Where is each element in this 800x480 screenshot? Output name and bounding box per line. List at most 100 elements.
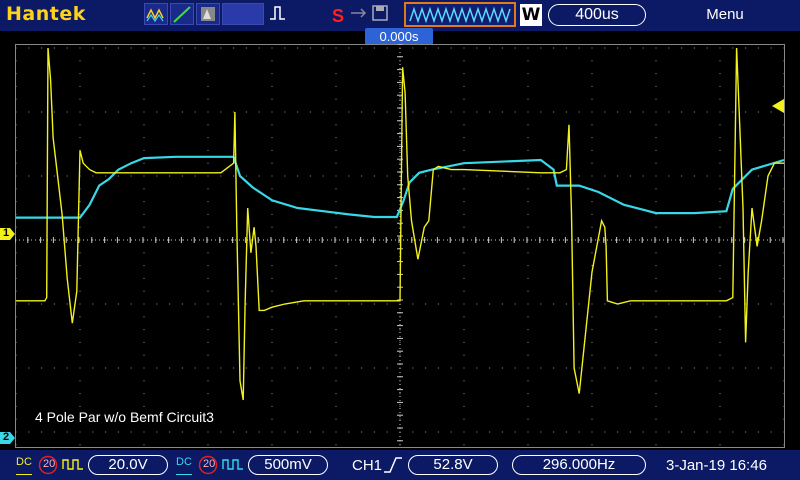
- grid-dot: [92, 111, 94, 113]
- grid-dot: [348, 303, 350, 305]
- grid-dot: [706, 111, 708, 113]
- grid-dot: [373, 175, 375, 177]
- grid-dot: [501, 47, 503, 49]
- grid-dot: [476, 175, 478, 177]
- grid-dot: [591, 290, 593, 292]
- grid-dot: [770, 367, 772, 369]
- ch2-probe-icon: [222, 459, 243, 470]
- grid-dot: [681, 111, 683, 113]
- grid-dot: [130, 431, 132, 433]
- grid-dot: [655, 303, 657, 305]
- grid-dot: [604, 175, 606, 177]
- grid-dot: [527, 111, 529, 113]
- grid-dot: [105, 239, 107, 241]
- grid-dot: [629, 111, 631, 113]
- grid-dot: [309, 175, 311, 177]
- grid-dot: [553, 239, 555, 241]
- grid-dot: [156, 367, 158, 369]
- trigger-level-readout[interactable]: 52.8V: [408, 455, 498, 475]
- grid-dot: [540, 367, 542, 369]
- grid-dot: [79, 60, 81, 62]
- grid-dot: [489, 47, 491, 49]
- grid-dot: [92, 303, 94, 305]
- grid-dot: [591, 405, 593, 407]
- grid-dot: [79, 354, 81, 356]
- grid-dot: [271, 431, 273, 433]
- grid-dot: [463, 418, 465, 420]
- grid-dot: [15, 316, 17, 318]
- grid-dot: [655, 405, 657, 407]
- grid-dot: [271, 367, 273, 369]
- grid-dot: [143, 341, 145, 343]
- grid-dot: [463, 252, 465, 254]
- grid-dot: [143, 252, 145, 254]
- grid-dot: [79, 265, 81, 267]
- grid-dot: [412, 367, 414, 369]
- grid-dot: [271, 213, 273, 215]
- grid-dot: [143, 405, 145, 407]
- grid-dot: [271, 329, 273, 331]
- grid-dot: [783, 85, 785, 87]
- grid-dot: [655, 341, 657, 343]
- trigger-source[interactable]: CH1: [352, 457, 382, 474]
- grid-dot: [271, 226, 273, 228]
- grid-dot: [41, 175, 43, 177]
- grid-dot: [450, 175, 452, 177]
- grid-dot: [617, 111, 619, 113]
- grid-dot: [783, 444, 785, 446]
- grid-dot: [463, 265, 465, 267]
- grid-dot: [655, 354, 657, 356]
- ch1-scale-readout[interactable]: 20.0V: [88, 455, 168, 475]
- trigger-level-marker-icon[interactable]: [770, 99, 786, 115]
- grid-dot: [15, 213, 17, 215]
- grid-dot: [604, 303, 606, 305]
- grid-dot: [79, 303, 81, 305]
- grid-dot: [463, 303, 465, 305]
- trigger-slope-icon: [384, 457, 402, 473]
- waveform-display[interactable]: [15, 44, 785, 448]
- grid-dot: [399, 149, 401, 151]
- ch2-scale-readout[interactable]: 500mV: [248, 455, 328, 475]
- grid-dot: [476, 111, 478, 113]
- grid-dot: [233, 239, 235, 241]
- grid-dot: [783, 175, 785, 177]
- grid-dot: [719, 226, 721, 228]
- grid-dot: [92, 175, 94, 177]
- grid-dot: [309, 303, 311, 305]
- grid-dot: [399, 393, 401, 395]
- grid-dot: [514, 47, 516, 49]
- ch1-bw-limit: 20: [43, 458, 56, 470]
- grid-dot: [322, 367, 324, 369]
- grid-dot: [476, 431, 478, 433]
- grid-dot: [335, 316, 337, 318]
- grid-dot: [783, 431, 785, 433]
- grid-dot: [28, 239, 30, 241]
- grid-dot: [271, 393, 273, 395]
- grid-dot: [591, 431, 593, 433]
- grid-dot: [642, 303, 644, 305]
- grid-dot: [527, 98, 529, 100]
- grid-dot: [783, 354, 785, 356]
- grid-dot: [783, 367, 785, 369]
- grid-dot: [514, 431, 516, 433]
- grid-dot: [66, 111, 68, 113]
- grid-dot: [527, 380, 529, 382]
- grid-dot: [53, 111, 55, 113]
- grid-dot: [745, 239, 747, 241]
- grid-dot: [783, 405, 785, 407]
- grid-dot: [463, 277, 465, 279]
- grid-dot: [143, 162, 145, 164]
- grid-dot: [79, 444, 81, 446]
- grid-dot: [143, 380, 145, 382]
- grid-dot: [655, 380, 657, 382]
- grid-dot: [143, 316, 145, 318]
- grid-dot: [15, 85, 17, 87]
- grid-dot: [335, 47, 337, 49]
- grid-dot: [399, 137, 401, 139]
- grid-dot: [373, 303, 375, 305]
- grid-dot: [437, 303, 439, 305]
- grid-dot: [220, 111, 222, 113]
- grid-dot: [719, 380, 721, 382]
- grid-dot: [489, 303, 491, 305]
- grid-dot: [143, 265, 145, 267]
